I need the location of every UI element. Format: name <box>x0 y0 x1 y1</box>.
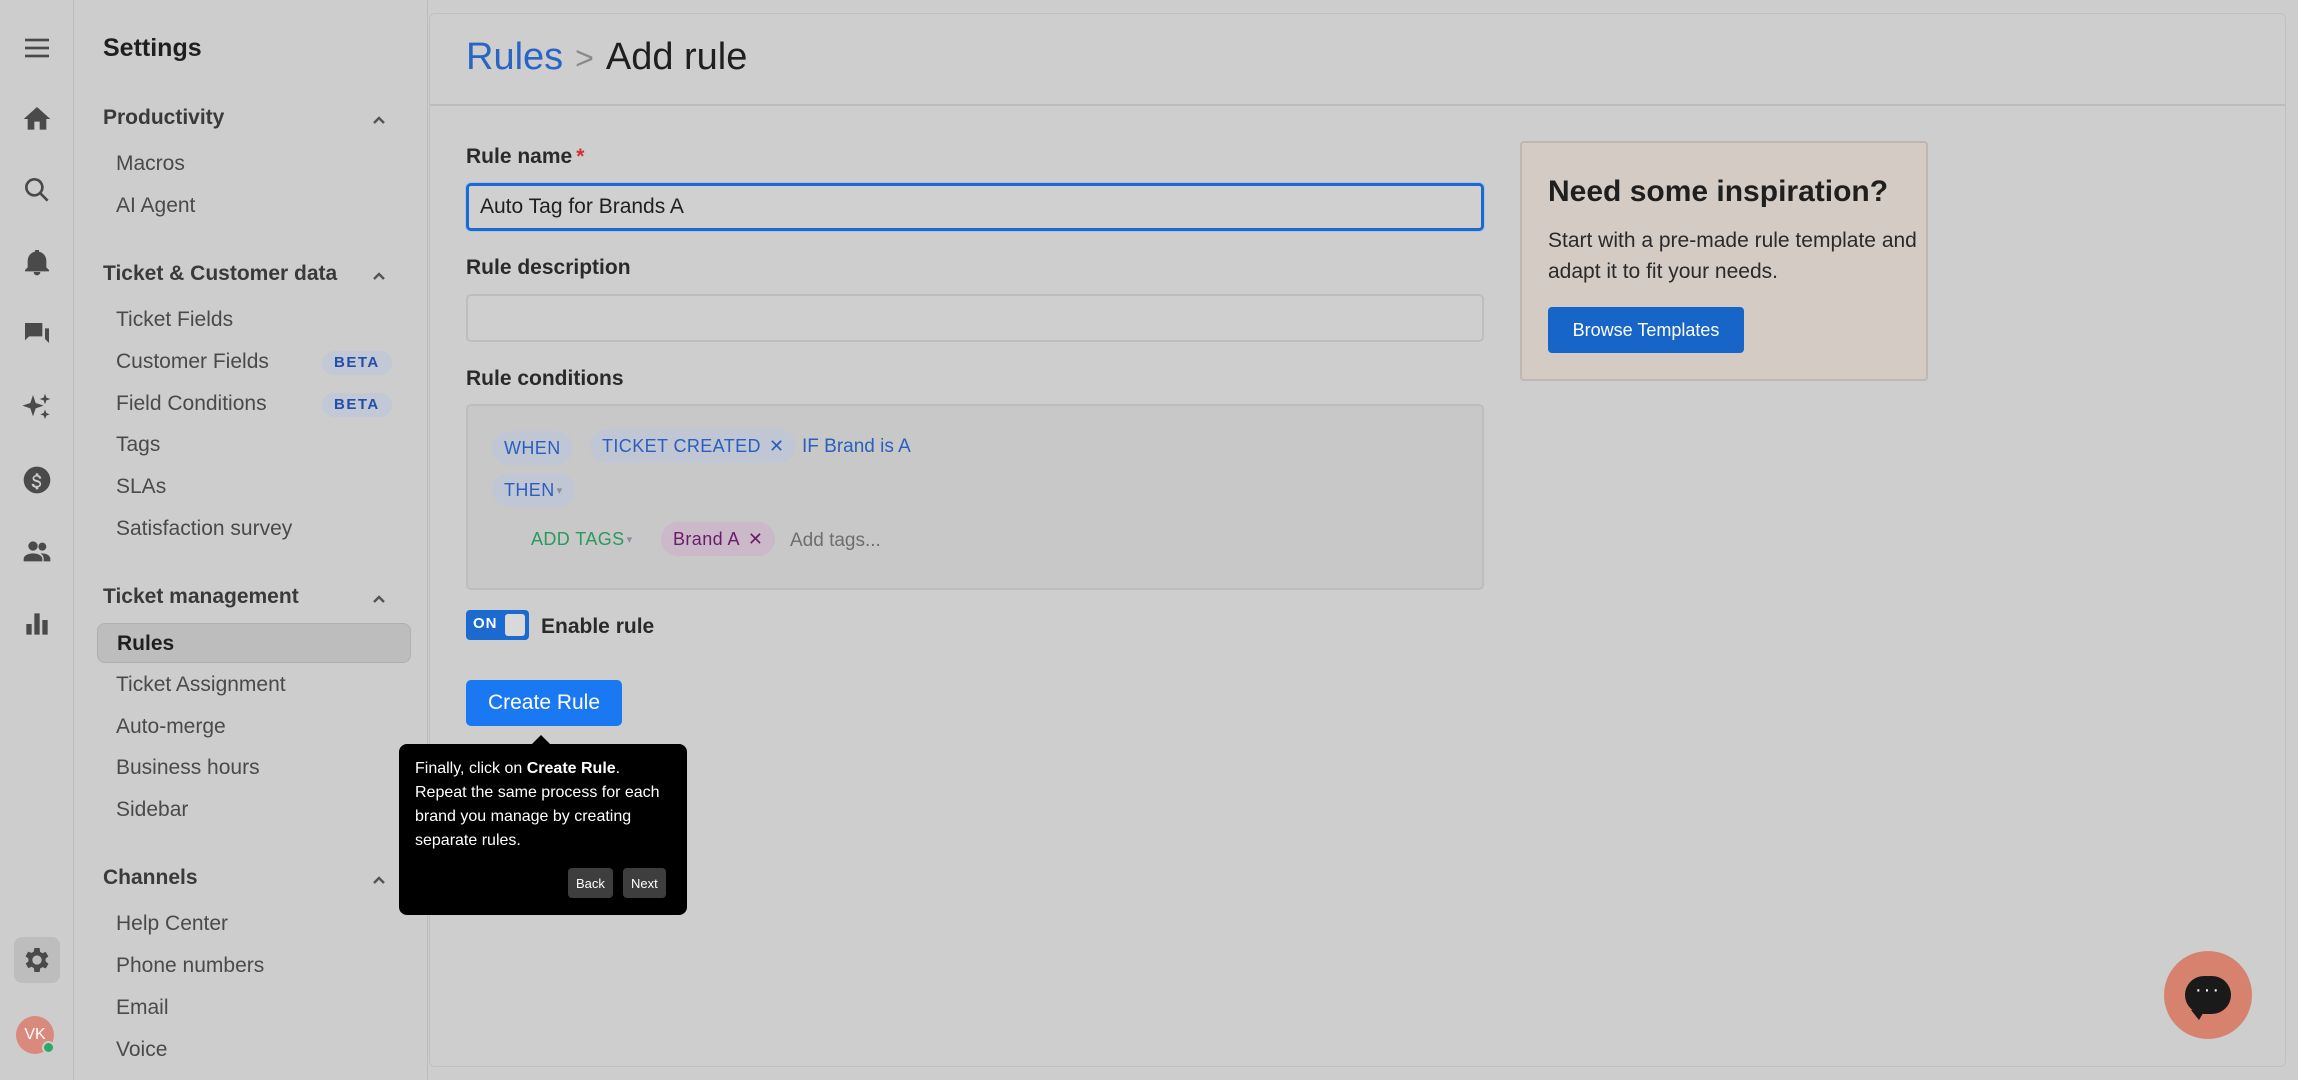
sidebar-item-rules[interactable]: Rules <box>97 623 411 663</box>
page-header: Rules > Add rule <box>430 14 2285 106</box>
page-title: Add rule <box>605 36 748 78</box>
action-label: ADD TAGS <box>531 529 625 549</box>
sidebar-item-phone-numbers[interactable]: Phone numbers <box>97 946 411 986</box>
search-icon[interactable] <box>14 167 60 213</box>
breadcrumb-separator: > <box>575 40 594 76</box>
tag-brand-a[interactable]: Brand A ✕ <box>661 522 776 556</box>
inspiration-title: Need some inspiration? <box>1548 175 1889 208</box>
tag-label: Brand A <box>673 529 740 549</box>
sidebar-item-tags[interactable]: Tags <box>97 425 411 465</box>
enable-rule-toggle[interactable]: ON <box>466 610 529 640</box>
user-avatar[interactable]: VK <box>16 1016 55 1054</box>
chevron-up-icon <box>371 268 387 284</box>
rule-conditions-editor[interactable]: WHEN TICKET CREATED ✕ IF Brand is A THEN ▾… <box>466 404 1484 590</box>
sidebar-item-customer-fields[interactable]: Customer Fields BETA <box>97 342 411 382</box>
toggle-knob <box>505 614 525 636</box>
section-label: Channels <box>103 866 198 889</box>
add-tags-action[interactable]: ADD TAGS ▾ <box>519 522 644 556</box>
sidebar-item-field-conditions[interactable]: Field Conditions BETA <box>97 384 411 424</box>
remove-tag-icon[interactable]: ✕ <box>748 529 763 549</box>
create-rule-button[interactable]: Create Rule <box>466 680 622 726</box>
rule-name-label: Rule name * <box>466 145 585 168</box>
statistics-icon[interactable] <box>14 601 60 647</box>
sidebar-item-email[interactable]: Email <box>97 988 411 1028</box>
main-panel: Rules > Add rule Rule name* Rule descripti… <box>429 13 2286 1067</box>
enable-rule-label: Enable rule <box>541 615 655 638</box>
billing-dollar-icon[interactable] <box>14 457 60 503</box>
rule-name-input[interactable] <box>466 183 1484 231</box>
users-icon[interactable] <box>14 529 60 575</box>
beta-badge: BETA <box>322 393 392 417</box>
sidebar-item-business-hours[interactable]: Business hours <box>97 748 411 788</box>
chevron-up-icon <box>371 112 387 128</box>
chevron-up-icon <box>371 591 387 607</box>
tour-tooltip: Finally, click on Create Rule. Repeat th… <box>399 735 687 915</box>
chat-launcher[interactable]: ··· <box>2164 951 2252 1039</box>
sidebar-item-slas[interactable]: SLAs <box>97 467 411 507</box>
tooltip-next-button[interactable]: Next <box>623 868 666 898</box>
sidebar-item-satisfaction-survey[interactable]: Satisfaction survey <box>97 509 411 549</box>
add-tags-input[interactable]: Add tags... <box>790 530 881 552</box>
sidebar-item-auto-merge[interactable]: Auto-merge <box>97 707 411 747</box>
sidebar-item-ticket-fields[interactable]: Ticket Fields <box>97 300 411 340</box>
section-label: Productivity <box>103 106 225 129</box>
sidebar-item-macros[interactable]: Macros <box>97 144 411 184</box>
sidebar-item-ai-agent[interactable]: AI Agent <box>97 186 411 226</box>
breadcrumb-rules-link[interactable]: Rules <box>466 36 563 78</box>
section-ticket-customer-data[interactable]: Ticket & Customer data <box>103 262 403 292</box>
rule-description-input[interactable] <box>466 294 1484 342</box>
icon-rail: VK <box>0 0 74 1080</box>
trigger-ticket-created[interactable]: TICKET CREATED ✕ <box>590 429 797 463</box>
sidebar-item-voice[interactable]: Voice <box>97 1030 411 1070</box>
trigger-label: TICKET CREATED <box>602 436 761 456</box>
chevron-up-icon <box>371 872 387 888</box>
required-marker: * <box>576 145 585 168</box>
home-icon[interactable] <box>14 96 60 142</box>
if-condition[interactable]: IF Brand is A <box>802 436 911 458</box>
then-label: THEN <box>504 480 555 500</box>
tooltip-back-button[interactable]: Back <box>568 868 613 898</box>
sidebar-item-help-center[interactable]: Help Center <box>97 904 411 944</box>
chat-dots: ··· <box>2195 978 2221 1001</box>
sidebar-item-sidebar[interactable]: Sidebar <box>97 790 411 830</box>
section-ticket-management[interactable]: Ticket management <box>103 585 403 615</box>
remove-trigger-icon[interactable]: ✕ <box>769 436 784 456</box>
sidebar-item-label: Field Conditions <box>116 392 267 415</box>
sidebar-item-label: Customer Fields <box>116 350 269 373</box>
browse-templates-button[interactable]: Browse Templates <box>1548 307 1744 353</box>
caret-down-icon: ▾ <box>626 534 633 547</box>
chat-bubble-icon: ··· <box>2185 976 2231 1020</box>
caret-down-icon: ▾ <box>556 485 563 498</box>
settings-sidebar: Settings Productivity Macros AI Agent Ti… <box>74 0 428 1080</box>
chat-bubbles-icon[interactable] <box>14 312 60 358</box>
bell-icon[interactable] <box>14 239 60 285</box>
settings-gear-icon[interactable] <box>14 937 60 983</box>
online-status-dot <box>42 1041 55 1054</box>
menu-icon[interactable] <box>14 25 60 71</box>
when-keyword: WHEN <box>492 431 573 465</box>
rule-description-label: Rule description <box>466 256 631 279</box>
rule-conditions-label: Rule conditions <box>466 367 624 390</box>
sidebar-item-ticket-assignment[interactable]: Ticket Assignment <box>97 665 411 705</box>
breadcrumb: Rules > Add rule <box>466 36 747 79</box>
then-dropdown[interactable]: THEN ▾ <box>492 473 575 507</box>
section-label: Ticket & Customer data <box>103 262 338 285</box>
inspiration-text: Start with a pre-made rule template and … <box>1548 229 1917 283</box>
beta-badge: BETA <box>322 351 392 375</box>
avatar-initials: VK <box>24 1026 46 1043</box>
section-productivity[interactable]: Productivity <box>103 106 403 136</box>
toggle-on-label: ON <box>473 615 498 632</box>
inspiration-card: Need some inspiration? Start with a pre-… <box>1520 141 1928 381</box>
sidebar-title: Settings <box>103 34 202 62</box>
ai-sparkle-icon[interactable] <box>14 384 60 430</box>
section-channels[interactable]: Channels <box>103 866 403 896</box>
tooltip-text: Finally, click on Create Rule. Repeat th… <box>415 760 660 849</box>
section-label: Ticket management <box>103 585 299 608</box>
